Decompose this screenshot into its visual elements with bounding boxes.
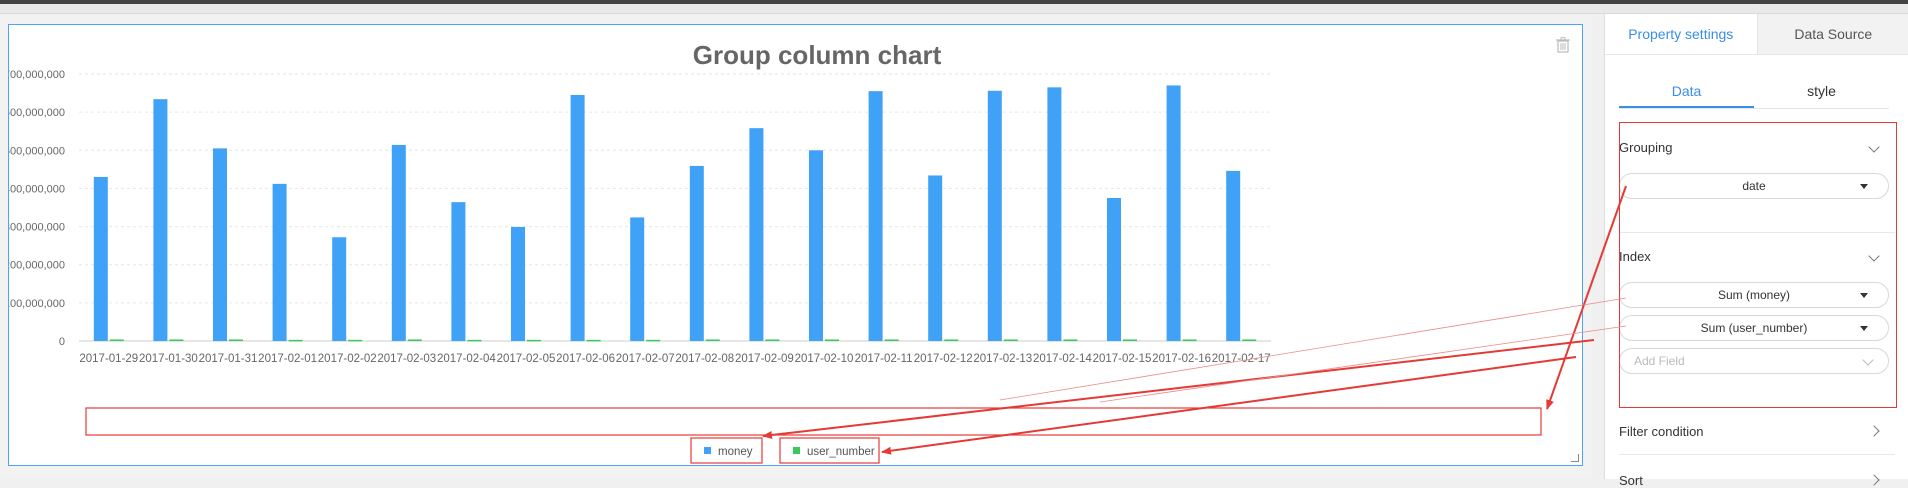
x-tick-label: 2017-02-07 xyxy=(616,353,675,365)
x-tick-label: 2017-02-09 xyxy=(735,353,794,365)
bar-user-number xyxy=(765,339,779,341)
x-tick-label: 2017-02-04 xyxy=(437,353,496,365)
bar-money xyxy=(571,95,585,341)
legend-swatch xyxy=(793,447,800,454)
x-tick-label: 2017-02-15 xyxy=(1093,353,1152,365)
x-tick-label: 2017-02-05 xyxy=(497,353,556,365)
chart-title: Group column chart xyxy=(693,40,942,70)
bar-user-number xyxy=(289,340,303,342)
y-tick-label: 100,000,000 xyxy=(9,298,65,310)
bar-user-number xyxy=(825,339,839,341)
y-tick-label: 500,000,000 xyxy=(9,145,65,157)
bar-user-number xyxy=(348,340,362,342)
chart-widget[interactable]: Group column chart 0 100,000,000 200,000,0… xyxy=(8,24,1583,466)
bar-user-number xyxy=(467,340,481,342)
bar-money xyxy=(1167,85,1181,341)
annotation-box-settings xyxy=(1619,122,1897,408)
bar-money xyxy=(213,148,227,341)
group-column-chart: Group column chart 0 100,000,000 200,000,0… xyxy=(9,25,1584,467)
x-tick-label: 2017-02-14 xyxy=(1033,353,1092,365)
bar-user-number xyxy=(706,339,720,341)
y-tick-label: 700,000,000 xyxy=(9,69,65,81)
bar-user-number xyxy=(229,339,243,341)
bar-user-number xyxy=(587,340,601,342)
resize-handle-icon[interactable] xyxy=(1571,454,1579,462)
bar-money xyxy=(928,175,942,341)
bar-money xyxy=(94,177,108,341)
bar-user-number xyxy=(944,339,958,341)
bar-user-number xyxy=(408,339,422,341)
x-tick-label: 2017-02-10 xyxy=(795,353,854,365)
chevron-right-icon[interactable] xyxy=(1868,474,1879,485)
panel-tabs: Property settings Data Source xyxy=(1605,14,1908,55)
y-tick-label: 600,000,000 xyxy=(9,107,65,119)
legend-label: user_number xyxy=(807,446,875,458)
bar-user-number xyxy=(110,339,124,341)
x-tick-label: 2017-02-03 xyxy=(377,353,436,365)
bar-money xyxy=(988,91,1002,341)
x-tick-label: 2017-02-13 xyxy=(973,353,1032,365)
bar-user-number xyxy=(1123,339,1137,341)
x-tick-label: 2017-02-02 xyxy=(318,353,377,365)
bar-money xyxy=(690,166,704,341)
bar-money xyxy=(332,237,346,341)
bar-user-number xyxy=(1004,339,1018,341)
bar-user-number xyxy=(527,340,541,342)
sort-title[interactable]: Sort xyxy=(1619,473,1643,488)
legend-swatch xyxy=(704,447,711,454)
x-tick-label: 2017-02-11 xyxy=(855,353,913,365)
bar-user-number xyxy=(169,339,183,341)
property-panel: Property settings Data Source Data style… xyxy=(1604,14,1908,479)
bar-user-number xyxy=(1183,339,1197,341)
x-tick-label: 2017-02-01 xyxy=(258,353,317,365)
subtab-style[interactable]: style xyxy=(1754,76,1889,108)
chevron-right-icon[interactable] xyxy=(1868,425,1879,436)
x-tick-label: 2017-02-12 xyxy=(914,353,973,365)
legend-label: money xyxy=(718,446,753,458)
bar-money xyxy=(451,202,465,341)
panel-subtabs: Data style xyxy=(1619,76,1889,109)
bar-money xyxy=(153,99,167,341)
bar-user-number xyxy=(885,339,899,341)
x-tick-label: 2017-02-16 xyxy=(1152,353,1211,365)
filter-condition-title[interactable]: Filter condition xyxy=(1619,424,1704,439)
bar-money xyxy=(1047,87,1061,341)
x-tick-label: 2017-01-30 xyxy=(139,353,198,365)
bar-money xyxy=(511,227,525,341)
tab-data-source[interactable]: Data Source xyxy=(1757,14,1908,54)
x-tick-label: 2017-02-08 xyxy=(675,353,734,365)
y-tick-label: 400,000,000 xyxy=(9,183,65,195)
x-tick-label: 2017-01-31 xyxy=(199,353,258,365)
bar-user-number xyxy=(1242,339,1256,341)
y-tick-label: 300,000,000 xyxy=(9,222,65,234)
bar-money xyxy=(869,91,883,341)
y-tick-label: 200,000,000 xyxy=(9,260,65,272)
bar-user-number xyxy=(1063,339,1077,341)
bar-money xyxy=(809,150,823,341)
divider xyxy=(1619,454,1895,455)
toolbar-strip xyxy=(0,4,1908,14)
bar-money xyxy=(273,184,287,341)
subtab-data[interactable]: Data xyxy=(1619,76,1754,108)
bar-money xyxy=(1226,171,1240,341)
x-tick-label: 2017-02-06 xyxy=(556,353,615,365)
x-tick-label: 2017-02-17 xyxy=(1212,353,1271,365)
canvas-area: Group column chart 0 100,000,000 200,000,0… xyxy=(0,14,1592,479)
bar-money xyxy=(1107,198,1121,341)
tab-property-settings[interactable]: Property settings xyxy=(1605,14,1757,54)
bar-money xyxy=(392,145,406,341)
x-tick-label: 2017-01-29 xyxy=(79,353,138,365)
bar-money xyxy=(749,128,763,341)
trash-icon[interactable] xyxy=(1556,37,1570,53)
y-tick-label: 0 xyxy=(59,336,65,348)
bar-money xyxy=(630,217,644,341)
bar-user-number xyxy=(646,340,660,342)
